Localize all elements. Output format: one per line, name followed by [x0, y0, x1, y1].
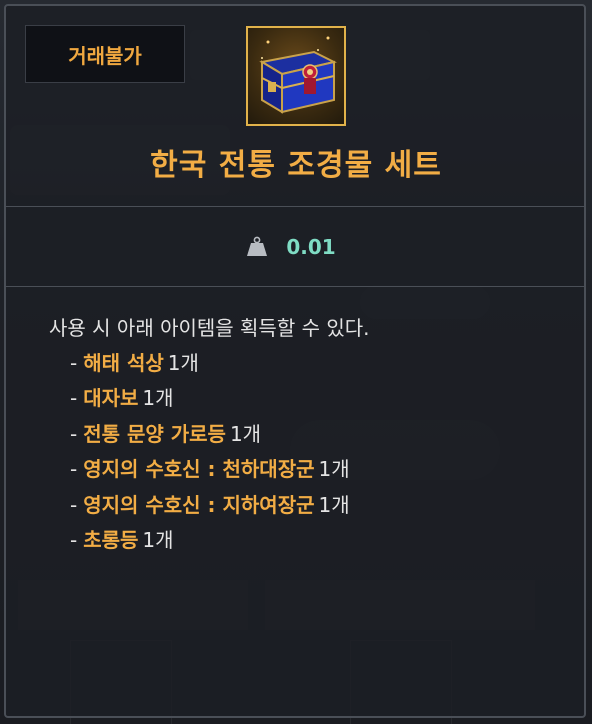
list-item: - 영지의 수호신 : 지하여장군 1개	[70, 488, 350, 523]
weight-row: 0.01	[0, 228, 592, 266]
reward-name: 영지의 수호신 : 천하대장군	[83, 457, 315, 482]
reward-list: - 해태 석상 1개 - 대자보 1개 - 전통 문양 가로등 1개 - 영지의 수호신 : …	[70, 346, 350, 558]
reward-quantity: 1개	[229, 421, 262, 446]
reward-quantity: 1개	[142, 386, 174, 411]
list-item: - 대자보 1개	[70, 381, 350, 416]
reward-name: 해태 석상	[83, 351, 164, 375]
reward-name: 초롱등	[83, 527, 139, 552]
treasure-chest-icon	[246, 26, 346, 126]
list-dash: -	[70, 386, 78, 411]
list-item: - 영지의 수호신 : 천하대장군 1개	[70, 452, 350, 487]
divider	[6, 286, 586, 287]
list-dash: -	[70, 527, 78, 552]
list-item: - 전통 문양 가로등 1개	[70, 417, 350, 452]
treasure-chest-graphic	[259, 36, 337, 114]
reward-quantity: 1개	[142, 527, 174, 552]
reward-name: 대자보	[83, 386, 139, 411]
item-title: 한국 전통 조경물 세트	[150, 148, 442, 183]
reward-quantity: 1개	[167, 351, 199, 375]
list-item: - 초롱등 1개	[70, 523, 350, 558]
list-dash: -	[70, 457, 78, 482]
list-dash: -	[70, 492, 78, 517]
list-item: - 해태 석상 1개	[70, 346, 350, 381]
reward-name: 영지의 수호신 : 지하여장군	[83, 492, 315, 517]
divider	[6, 206, 586, 207]
list-dash: -	[70, 351, 78, 375]
usage-description: 사용 시 아래 아이템을 획득할 수 있다.	[49, 316, 370, 340]
reward-name: 전통 문양 가로등	[83, 421, 226, 446]
untradable-badge-label: 거래불가	[68, 43, 142, 68]
reward-quantity: 1개	[318, 492, 350, 517]
weight-icon	[247, 236, 268, 256]
weight-value: 0.01	[286, 235, 336, 259]
untradable-badge: 거래불가	[25, 25, 185, 83]
list-dash: -	[70, 421, 78, 446]
reward-quantity: 1개	[318, 457, 350, 482]
